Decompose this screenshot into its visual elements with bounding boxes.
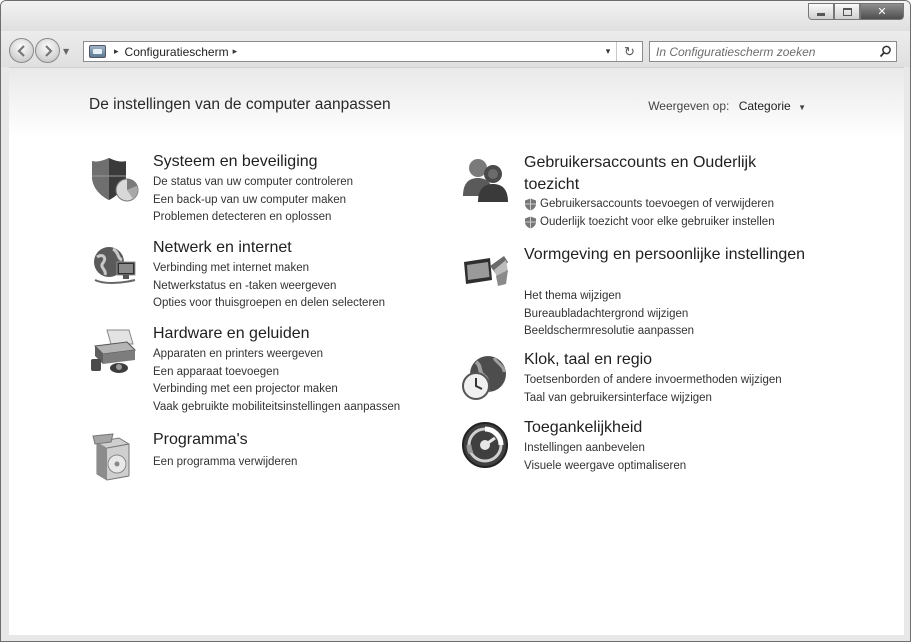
link-keyboards-input[interactable]: Toetsenborden of andere invoermethoden w…	[524, 372, 782, 390]
link-change-theme[interactable]: Het thema wijzigen	[524, 288, 694, 306]
category-title-appearance[interactable]: Vormgeving en persoonlijke instellingen	[524, 244, 814, 266]
category-title-programs[interactable]: Programma's	[153, 430, 248, 449]
address-bar-controls: ▾ ↻	[600, 42, 642, 61]
view-by-label: Weergeven op:	[648, 99, 730, 113]
link-add-device[interactable]: Een apparaat toevoegen	[153, 364, 400, 382]
maximize-icon	[842, 7, 852, 16]
category-system-security: Systeem en beveiliging De status van uw …	[89, 152, 449, 227]
category-links: Toetsenborden of andere invoermethoden w…	[524, 372, 782, 407]
user-accounts-icon	[463, 159, 508, 202]
link-mobility-settings[interactable]: Vaak gebruikte mobiliteitsinstellingen a…	[153, 399, 400, 417]
link-connect-internet[interactable]: Verbinding met internet maken	[153, 260, 385, 278]
content-area: De instellingen van de computer aanpasse…	[9, 67, 904, 635]
network-globe-icon	[94, 247, 136, 284]
window-controls: ✕	[808, 3, 904, 20]
printer-hardware-icon	[91, 329, 137, 373]
link-check-status[interactable]: De status van uw computer controleren	[153, 174, 353, 192]
uac-shield-icon	[525, 216, 536, 229]
category-title-ease-of-access[interactable]: Toegankelijkheid	[524, 418, 642, 437]
control-panel-icon	[89, 45, 106, 58]
view-by-dropdown[interactable]: Categorie	[739, 99, 791, 113]
category-network-internet: Netwerk en internet Verbinding met inter…	[89, 238, 449, 313]
breadcrumb-chevron-icon[interactable]: ▸	[233, 46, 238, 57]
link-devices-printers[interactable]: Apparaten en printers weergeven	[153, 346, 400, 364]
category-clock-language-region: Klok, taal en regio Toetsenborden of and…	[460, 350, 860, 416]
search-icon	[879, 45, 891, 58]
search-box[interactable]	[649, 41, 897, 62]
ease-of-access-icon	[462, 422, 508, 468]
category-links: De status van uw computer controleren Ee…	[153, 174, 353, 227]
close-button[interactable]: ✕	[860, 3, 904, 20]
link-homegroup[interactable]: Opties voor thuisgroepen en delen select…	[153, 295, 385, 313]
link-troubleshoot[interactable]: Problemen detecteren en oplossen	[153, 209, 353, 227]
page-title: De instellingen van de computer aanpasse…	[89, 96, 391, 113]
close-icon: ✕	[877, 5, 887, 18]
category-user-accounts: Gebruikersaccounts en Ouderlijk toezicht…	[460, 152, 860, 232]
category-hardware-sound: Hardware en geluiden Apparaten en printe…	[89, 324, 449, 414]
breadcrumb-control-panel[interactable]: Configuratiescherm	[125, 45, 229, 59]
uac-shield-icon	[525, 198, 536, 211]
category-title-system-security[interactable]: Systeem en beveiliging	[153, 152, 318, 171]
navigation-bar: ▼ ▸ Configuratiescherm ▸ ▾ ↻	[1, 31, 910, 67]
control-panel-window: ✕ ▼ ▸ Configuratiescherm ▸ ▾ ↻ In Config…	[0, 0, 911, 642]
minimize-icon	[817, 12, 825, 16]
category-links: Instellingen aanbevelen Visuele weergave…	[524, 440, 686, 475]
forward-arrow-icon	[44, 44, 53, 57]
appearance-personalization-icon	[464, 256, 508, 286]
link-label[interactable]: Gebruikersaccounts toevoegen of verwijde…	[540, 196, 774, 214]
search-input[interactable]	[650, 42, 874, 61]
category-appearance: Vormgeving en persoonlijke instellingen …	[460, 244, 860, 337]
category-links: Het thema wijzigen Bureaubladachtergrond…	[524, 288, 694, 341]
link-screen-resolution[interactable]: Beeldschermresolutie aanpassen	[524, 323, 694, 341]
security-shield-icon	[92, 158, 139, 202]
view-by: Weergeven op: Categorie ▼	[648, 99, 806, 113]
link-desktop-background[interactable]: Bureaubladachtergrond wijzigen	[524, 306, 694, 324]
link-projector[interactable]: Verbinding met een projector maken	[153, 381, 400, 399]
link-label[interactable]: Ouderlijk toezicht voor elke gebruiker i…	[540, 214, 775, 232]
search-button[interactable]	[874, 45, 896, 58]
category-title-hardware-sound[interactable]: Hardware en geluiden	[153, 324, 310, 343]
link-uninstall-program[interactable]: Een programma verwijderen	[153, 454, 297, 472]
category-ease-of-access: Toegankelijkheid Instellingen aanbevelen…	[460, 418, 860, 478]
category-title-clock-language-region[interactable]: Klok, taal en regio	[524, 350, 652, 369]
link-backup[interactable]: Een back-up van uw computer maken	[153, 192, 353, 210]
category-links: Verbinding met internet maken Netwerksta…	[153, 260, 385, 313]
category-links: Gebruikersaccounts toevoegen of verwijde…	[524, 196, 775, 231]
link-recommend-settings[interactable]: Instellingen aanbevelen	[524, 440, 686, 458]
link-optimize-display[interactable]: Visuele weergave optimaliseren	[524, 458, 686, 476]
back-arrow-icon	[16, 44, 25, 57]
refresh-icon: ↻	[624, 43, 635, 59]
category-links: Een programma verwijderen	[153, 454, 297, 472]
recent-pages-dropdown[interactable]: ▼	[63, 47, 69, 56]
breadcrumb-separator-icon[interactable]: ▸	[114, 46, 119, 57]
maximize-button[interactable]	[834, 3, 860, 20]
link-network-status[interactable]: Netwerkstatus en -taken weergeven	[153, 278, 385, 296]
back-button[interactable]	[9, 38, 34, 63]
view-by-caret-icon[interactable]: ▼	[798, 103, 806, 112]
category-programs: Programma's Een programma verwijderen	[89, 430, 449, 490]
minimize-button[interactable]	[808, 3, 834, 20]
address-dropdown-icon[interactable]: ▾	[600, 46, 616, 57]
link-add-remove-accounts[interactable]: Gebruikersaccounts toevoegen of verwijde…	[524, 196, 775, 214]
address-bar[interactable]: ▸ Configuratiescherm ▸ ▾ ↻	[83, 41, 643, 62]
refresh-button[interactable]: ↻	[616, 42, 642, 61]
link-parental-controls[interactable]: Ouderlijk toezicht voor elke gebruiker i…	[524, 214, 775, 232]
category-title-user-accounts[interactable]: Gebruikersaccounts en Ouderlijk toezicht	[524, 152, 814, 196]
category-title-network-internet[interactable]: Netwerk en internet	[153, 238, 292, 257]
clock-globe-icon	[462, 356, 506, 400]
forward-button[interactable]	[35, 38, 60, 63]
programs-box-icon	[92, 433, 130, 481]
link-display-language[interactable]: Taal van gebruikersinterface wijzigen	[524, 390, 782, 408]
category-links: Apparaten en printers weergeven Een appa…	[153, 346, 400, 416]
